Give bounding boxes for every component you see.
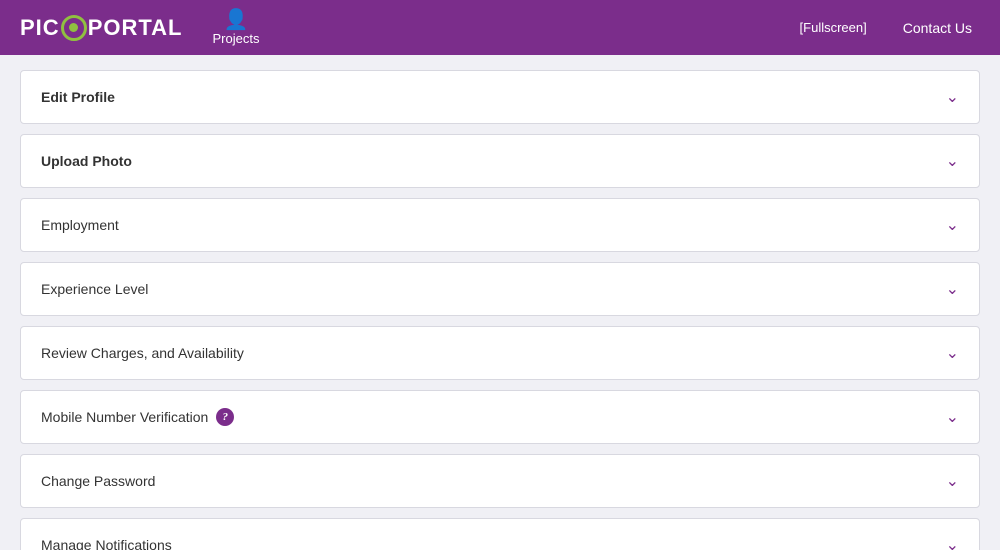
chevron-icon-employment: ⌄ — [946, 215, 959, 235]
contact-us-button[interactable]: Contact Us — [895, 16, 980, 40]
accordion-header-review-charges[interactable]: Review Charges, and Availability ⌄ — [21, 327, 979, 379]
accordion-title-manage-notifications: Manage Notifications — [41, 537, 172, 550]
accordion-item-employment: Employment ⌄ — [20, 198, 980, 252]
accordion-item-change-password: Change Password ⌄ — [20, 454, 980, 508]
accordion-title-upload-photo: Upload Photo — [41, 153, 132, 169]
nav-projects[interactable]: 👤 Projects — [213, 10, 260, 46]
accordion-title-employment: Employment — [41, 217, 119, 233]
chevron-icon-manage-notifications: ⌄ — [946, 535, 959, 550]
accordion-item-upload-photo: Upload Photo ⌄ — [20, 134, 980, 188]
accordion-item-experience-level: Experience Level ⌄ — [20, 262, 980, 316]
accordion-item-mobile-verification: Mobile Number Verification? ⌄ — [20, 390, 980, 444]
accordion-title-mobile-verification: Mobile Number Verification? — [41, 408, 234, 426]
accordion-title-change-password: Change Password — [41, 473, 155, 489]
logo-o-icon — [61, 15, 87, 41]
logo-pico-text: PIC — [20, 15, 60, 41]
projects-person-icon: 👤 — [224, 10, 249, 30]
chevron-icon-mobile-verification: ⌄ — [946, 407, 959, 427]
logo: PIC PORTAL — [20, 15, 183, 41]
accordion-item-manage-notifications: Manage Notifications ⌄ — [20, 518, 980, 550]
accordion-title-experience-level: Experience Level — [41, 281, 148, 297]
accordion-header-upload-photo[interactable]: Upload Photo ⌄ — [21, 135, 979, 187]
accordion-header-mobile-verification[interactable]: Mobile Number Verification? ⌄ — [21, 391, 979, 443]
accordion-header-manage-notifications[interactable]: Manage Notifications ⌄ — [21, 519, 979, 550]
header-right: [Fullscreen] Contact Us — [792, 16, 980, 40]
accordion-item-review-charges: Review Charges, and Availability ⌄ — [20, 326, 980, 380]
help-icon-mobile-verification[interactable]: ? — [216, 408, 234, 426]
chevron-icon-change-password: ⌄ — [946, 471, 959, 491]
chevron-icon-upload-photo: ⌄ — [946, 151, 959, 171]
accordion-header-employment[interactable]: Employment ⌄ — [21, 199, 979, 251]
logo-portal-text: PORTAL — [88, 15, 183, 41]
main-content: Edit Profile⌄Upload Photo⌄Employment⌄Exp… — [0, 55, 1000, 550]
accordion-header-edit-profile[interactable]: Edit Profile ⌄ — [21, 71, 979, 123]
accordion-title-edit-profile: Edit Profile — [41, 89, 115, 105]
main-header: PIC PORTAL 👤 Projects [Fullscreen] Conta… — [0, 0, 1000, 55]
nav-projects-label: Projects — [213, 31, 260, 46]
fullscreen-button[interactable]: [Fullscreen] — [792, 16, 875, 39]
accordion-title-review-charges: Review Charges, and Availability — [41, 345, 244, 361]
accordion-container: Edit Profile⌄Upload Photo⌄Employment⌄Exp… — [20, 70, 980, 550]
accordion-header-change-password[interactable]: Change Password ⌄ — [21, 455, 979, 507]
accordion-item-edit-profile: Edit Profile ⌄ — [20, 70, 980, 124]
chevron-icon-edit-profile: ⌄ — [946, 87, 959, 107]
chevron-icon-review-charges: ⌄ — [946, 343, 959, 363]
chevron-icon-experience-level: ⌄ — [946, 279, 959, 299]
accordion-header-experience-level[interactable]: Experience Level ⌄ — [21, 263, 979, 315]
